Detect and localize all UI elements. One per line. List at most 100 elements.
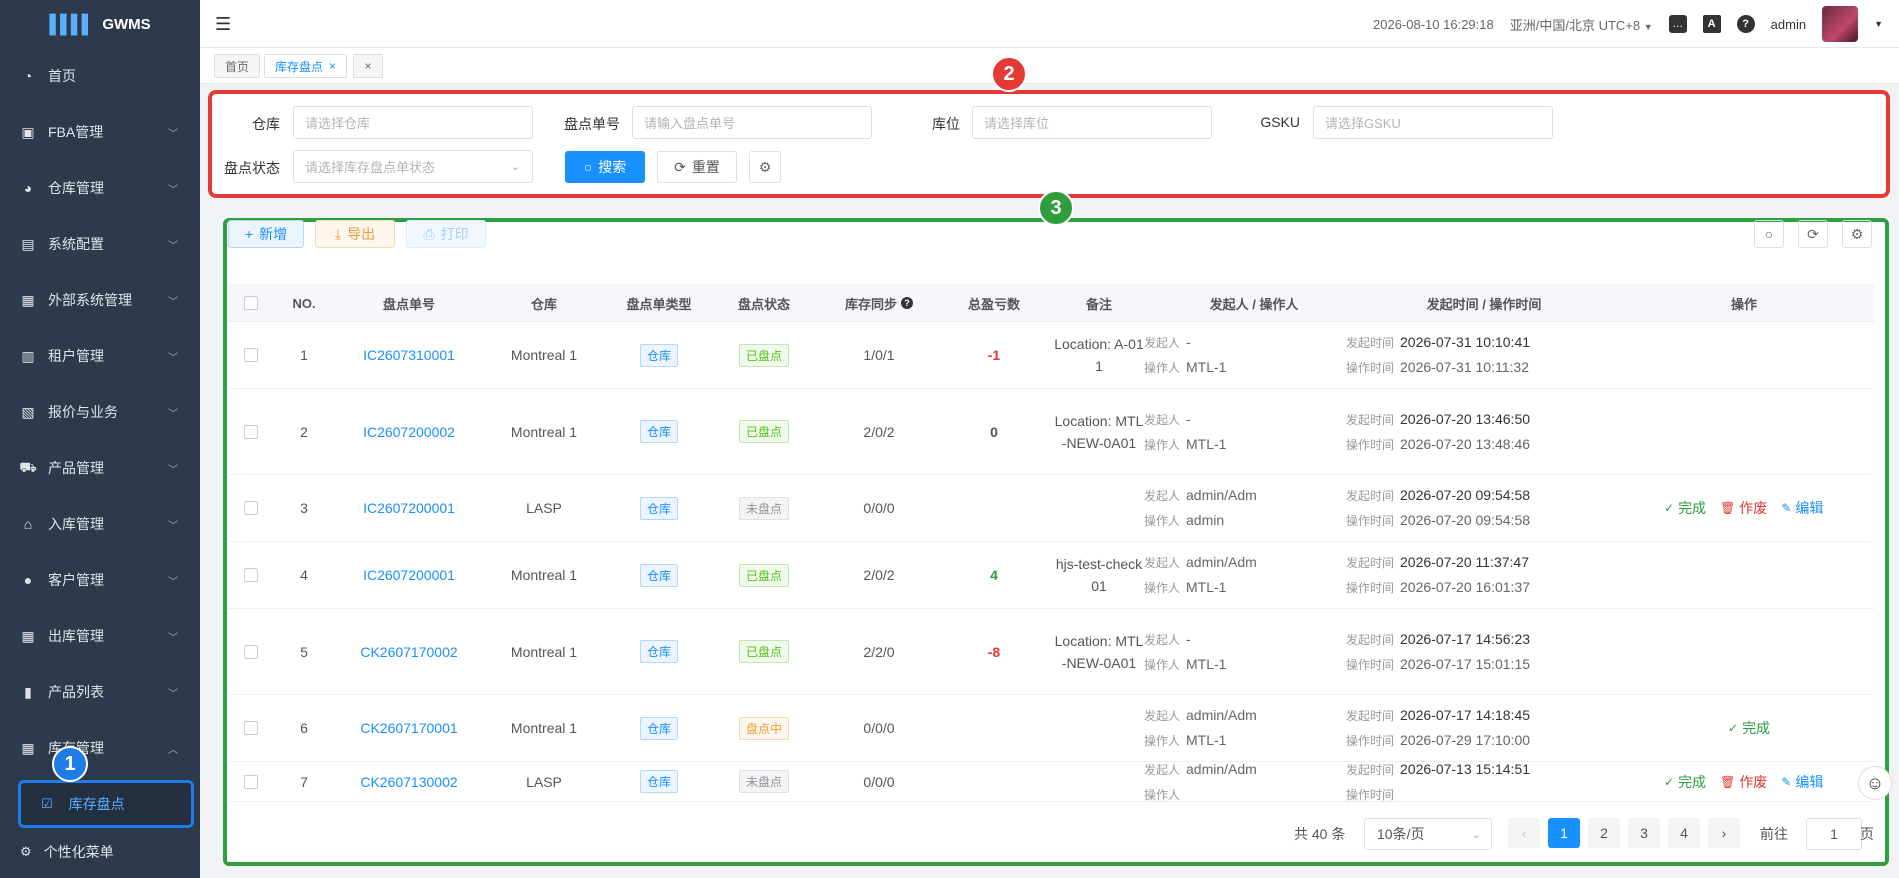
header-order[interactable]: 盘点单号 bbox=[334, 284, 484, 322]
sidebar-item-11[interactable]: ▮ 产品列表 ﹀ bbox=[0, 664, 200, 720]
next-page-button[interactable]: › bbox=[1708, 818, 1740, 848]
order-link[interactable]: IC2607200001 bbox=[334, 542, 484, 608]
menu-toggle-icon[interactable]: ☰ bbox=[215, 14, 231, 35]
select-all-checkbox[interactable] bbox=[244, 296, 258, 310]
add-button[interactable]: + 新增 bbox=[228, 220, 304, 248]
page-button[interactable]: 3 bbox=[1628, 818, 1660, 848]
tab-home[interactable]: 首页 bbox=[214, 54, 261, 78]
reset-button[interactable]: ⟳ 重置 bbox=[657, 151, 737, 183]
location-select[interactable]: 请选择库位 bbox=[972, 106, 1212, 139]
action-check-button[interactable]: ✓ 完成 bbox=[1728, 718, 1770, 738]
sidebar-item-9[interactable]: ● 客户管理 ﹀ bbox=[0, 552, 200, 608]
row-checkbox[interactable] bbox=[244, 721, 258, 735]
order-link[interactable]: IC2607200001 bbox=[334, 475, 484, 541]
sidebar-item-2[interactable]: ◕ 仓库管理 ﹀ bbox=[0, 160, 200, 216]
table-row[interactable]: 7 CK2607130002 LASP 仓库 未盘点 0/0/0 发起人 admi… bbox=[228, 761, 1874, 802]
location-placeholder: 请选择库位 bbox=[984, 116, 1050, 131]
row-checkbox[interactable] bbox=[244, 774, 258, 789]
sidebar-item-4[interactable]: ▦ 外部系统管理 ﹀ bbox=[0, 272, 200, 328]
sidebar-item-12[interactable]: ▦库存管理︿ bbox=[0, 720, 200, 776]
order-input[interactable]: 请输入盘点单号 bbox=[632, 106, 872, 139]
sidebar-item-7[interactable]: ⛟ 产品管理 ﹀ bbox=[0, 440, 200, 496]
sidebar-item-10[interactable]: ▦ 出库管理 ﹀ bbox=[0, 608, 200, 664]
row-no: 6 bbox=[300, 720, 308, 736]
order-link[interactable]: IC2607200002 bbox=[334, 389, 484, 474]
chat-assistant-icon[interactable]: ☺ bbox=[1858, 766, 1892, 800]
table-row[interactable]: 6 CK2607170001 Montreal 1 仓库 盘点中 0/0/0 发… bbox=[228, 695, 1874, 762]
avatar[interactable] bbox=[1822, 6, 1859, 42]
table-row[interactable]: 4 IC2607200001 Montreal 1 仓库 已盘点 2/0/2 4… bbox=[228, 542, 1874, 609]
close-icon[interactable]: × bbox=[329, 59, 336, 73]
row-checkbox[interactable] bbox=[244, 348, 258, 362]
action-trash-button[interactable]: 🗑 作废 bbox=[1720, 772, 1767, 792]
row-status-cell: 已盘点 bbox=[714, 609, 814, 694]
row-checkbox[interactable] bbox=[244, 501, 258, 515]
page-size-label: 10条/页 bbox=[1377, 826, 1425, 842]
search-button[interactable]: ○ 搜索 bbox=[565, 151, 645, 183]
row-checkbox[interactable] bbox=[244, 568, 258, 582]
table-row[interactable]: 3 IC2607200001 LASP 仓库 未盘点 0/0/0 发起人 admi… bbox=[228, 475, 1874, 542]
search-label: 搜索 bbox=[598, 159, 627, 175]
initiator: admin/Adm bbox=[1186, 487, 1257, 503]
order-link[interactable]: CK2607170001 bbox=[334, 695, 484, 761]
page-button[interactable]: 4 bbox=[1668, 818, 1700, 848]
order-link[interactable]: IC2607310001 bbox=[334, 322, 484, 388]
operator-key: 操作人 bbox=[1144, 581, 1181, 595]
prev-page-button[interactable]: ‹ bbox=[1508, 818, 1540, 848]
row-checkbox[interactable] bbox=[244, 644, 258, 659]
action-check-button[interactable]: ✓ 完成 bbox=[1664, 772, 1706, 792]
initiator: admin/Adm bbox=[1186, 707, 1257, 723]
row-warehouse: Montreal 1 bbox=[510, 423, 578, 440]
warehouse-select[interactable]: 请选择仓库 bbox=[293, 106, 533, 139]
row-actions: ✓ 完成 🗑 作废 ✎ 编辑 bbox=[1664, 475, 1823, 541]
goto-page-input[interactable]: 1 bbox=[1806, 818, 1862, 850]
message-icon[interactable]: … bbox=[1668, 15, 1687, 33]
sidebar-item-1[interactable]: ▣ FBA管理 ﹀ bbox=[0, 104, 200, 160]
row-select-cell bbox=[228, 609, 274, 694]
action-edit-button[interactable]: ✎ 编辑 bbox=[1781, 772, 1823, 792]
action-label: 作废 bbox=[1739, 500, 1768, 516]
logo: ▌▌▌▌ GWMS bbox=[0, 0, 200, 48]
table-row[interactable]: 2 IC2607200002 Montreal 1 仓库 已盘点 2/0/2 0… bbox=[228, 389, 1874, 475]
sidebar-item-custom-menu[interactable]: ⚙ 个性化菜单 bbox=[0, 830, 200, 874]
sidebar-item-0[interactable]: ◔ 首页 bbox=[0, 48, 200, 104]
tab-inventory-count[interactable]: 库存盘点 × bbox=[264, 54, 348, 78]
action-edit-button[interactable]: ✎ 编辑 bbox=[1781, 498, 1823, 518]
row-checkbox[interactable] bbox=[244, 424, 258, 439]
page-size-select[interactable]: 10条/页 ⌄ bbox=[1364, 818, 1492, 850]
help-icon[interactable]: ? bbox=[1736, 15, 1755, 33]
action-trash-button[interactable]: 🗑 作废 bbox=[1720, 498, 1767, 518]
order-link[interactable]: CK2607130002 bbox=[334, 762, 484, 801]
print-button[interactable]: ⎙ 打印 bbox=[406, 220, 486, 248]
sidebar-item-inventory-count[interactable]: ☑ 库存盘点 bbox=[18, 780, 194, 828]
close-all-tabs-button[interactable]: × bbox=[353, 54, 383, 78]
add-label: 新增 bbox=[259, 226, 288, 242]
row-select-cell bbox=[228, 695, 274, 761]
table-row[interactable]: 1 IC2607310001 Montreal 1 仓库 已盘点 1/0/1 -… bbox=[228, 322, 1874, 389]
export-button[interactable]: ⤓ 导出 bbox=[315, 220, 395, 248]
action-check-button[interactable]: ✓ 完成 bbox=[1664, 498, 1706, 518]
trash-icon: 🗑 bbox=[1720, 501, 1736, 515]
operator-key: 操作人 bbox=[1144, 514, 1181, 528]
page-button[interactable]: 1 bbox=[1548, 818, 1580, 848]
gsku-select[interactable]: 请选择GSKU bbox=[1313, 106, 1553, 139]
table-search-button[interactable]: ○ bbox=[1754, 220, 1784, 248]
table-settings-button[interactable]: ⚙ bbox=[1842, 220, 1872, 248]
sidebar-item-8[interactable]: ⌂ 入库管理 ﹀ bbox=[0, 496, 200, 552]
sidebar-item-6[interactable]: ▧ 报价与业务 ﹀ bbox=[0, 384, 200, 440]
status-select[interactable]: 请选择库存盘点单状态 ⌄ bbox=[293, 150, 533, 183]
table-refresh-button[interactable]: ⟳ bbox=[1798, 220, 1828, 248]
filter-settings-button[interactable]: ⚙ bbox=[749, 151, 781, 183]
sidebar-item-5[interactable]: ▥ 租户管理 ﹀ bbox=[0, 328, 200, 384]
timezone-select[interactable]: 亚洲/中国/北京 UTC+8 ▼ bbox=[1510, 15, 1653, 34]
order-link[interactable]: CK2607170002 bbox=[334, 609, 484, 694]
username[interactable]: admin bbox=[1771, 17, 1806, 32]
table-row[interactable]: 5 CK2607170002 Montreal 1 仓库 已盘点 2/2/0 -… bbox=[228, 609, 1874, 695]
sidebar-item-3[interactable]: ▤ 系统配置 ﹀ bbox=[0, 216, 200, 272]
page-button[interactable]: 2 bbox=[1588, 818, 1620, 848]
chevron-down-icon: ﹀ bbox=[168, 576, 178, 588]
caret-down-icon[interactable]: ▼ bbox=[1874, 19, 1883, 29]
row-no: 3 bbox=[300, 500, 308, 516]
help-icon[interactable]: ? bbox=[901, 297, 913, 309]
translate-icon[interactable]: A bbox=[1702, 15, 1721, 33]
